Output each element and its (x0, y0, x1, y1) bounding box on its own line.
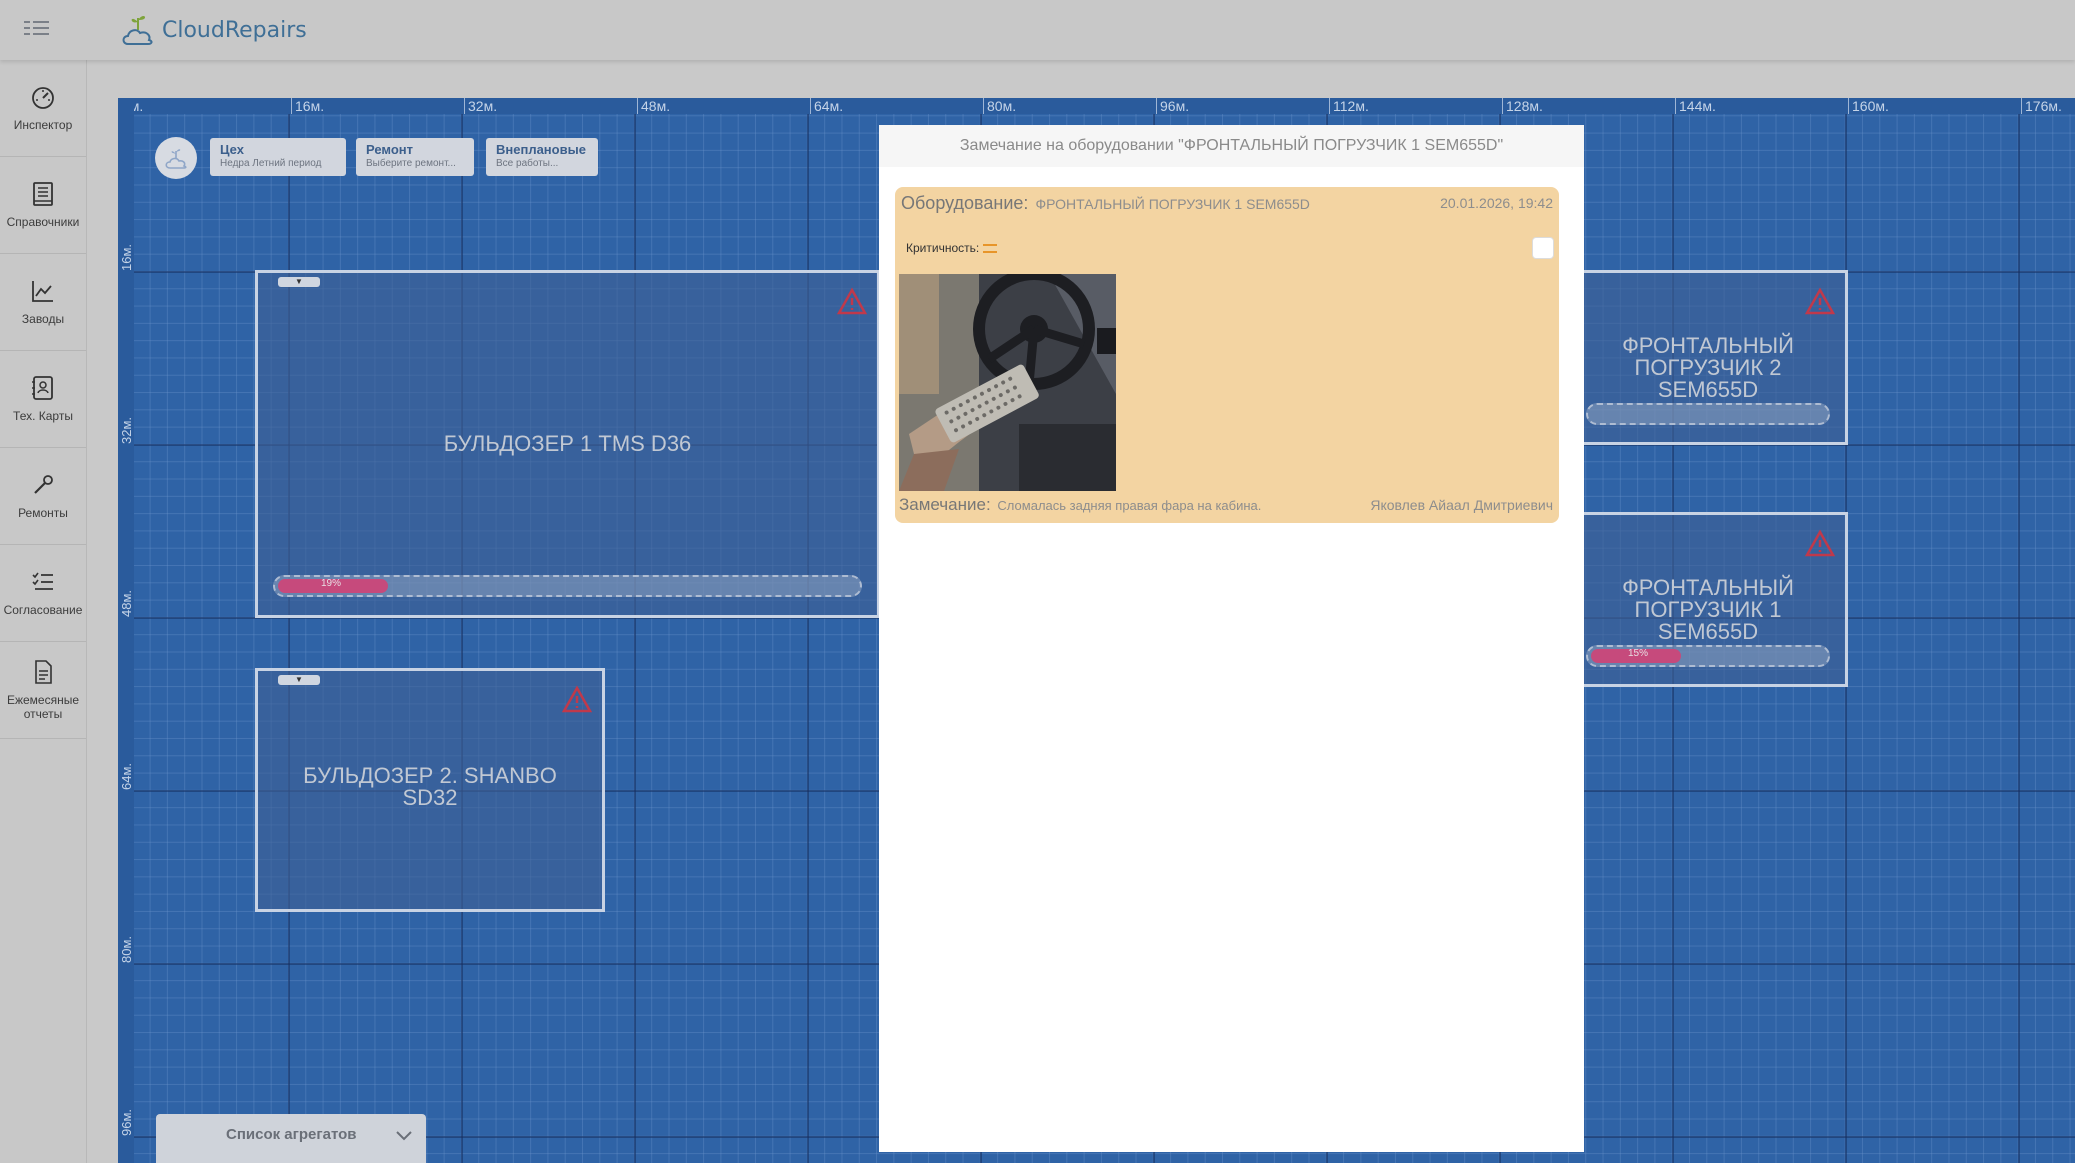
progress-label: 19% (321, 578, 342, 589)
sidebar-item-label: Заводы (21, 312, 65, 326)
sidebar-item-monthly-reports[interactable]: Ежемесяные отчеты (0, 642, 86, 739)
equipment-block[interactable]: ▼ БУЛЬДОЗЕР 2. SHANBO SD32 (255, 668, 605, 912)
note-date: 20.01.2026, 19:42 (1440, 195, 1553, 211)
note-photo[interactable] (899, 274, 1116, 491)
note-field: Замечание: Сломалась задняя правая фара … (899, 495, 1261, 515)
warning-triangle-icon[interactable] (837, 287, 867, 315)
expand-handle[interactable]: ▼ (278, 277, 320, 287)
equipment-block[interactable]: ФРОНТАЛЬНЫЙ ПОГРУЗЧИК 1 SEM655D 15% (1568, 512, 1848, 687)
ruler-tick: 64м. (810, 98, 843, 114)
sidebar-item-tech-cards[interactable]: Тех. Карты (0, 351, 86, 448)
equipment-block[interactable]: ФРОНТАЛЬНЫЙ ПОГРУЗЧИК 2 SEM655D (1568, 270, 1848, 445)
photo-image (899, 274, 1116, 491)
progress-bar (1586, 403, 1830, 425)
warning-triangle-icon[interactable] (1805, 529, 1835, 557)
sidebar-item-inspector[interactable]: Инспектор (0, 60, 86, 157)
sidebar-item-label: Ежемесяные отчеты (6, 693, 80, 721)
ruler-tick: 16м. (119, 243, 134, 271)
equipment-block[interactable]: ▼ БУЛЬДОЗЕР 1 TMS D36 19% (255, 270, 880, 618)
ruler-tick: 80м. (983, 98, 1016, 114)
note-card: Оборудование: ФРОНТАЛЬНЫЙ ПОГРУЗЧИК 1 SE… (895, 187, 1559, 523)
criticality-medium-icon (983, 244, 998, 254)
note-author: Яковлев Айаал Дмитриевич (1370, 497, 1553, 513)
sidebar-item-plants[interactable]: Заводы (0, 254, 86, 351)
progress-bar: 15% (1586, 645, 1830, 667)
note-label: Замечание: (899, 495, 991, 514)
progress-label: 15% (1628, 648, 1649, 659)
equipment-field: Оборудование: ФРОНТАЛЬНЫЙ ПОГРУЗЧИК 1 SE… (901, 193, 1310, 214)
chart-icon (32, 281, 53, 302)
ruler-tick: 96м. (1156, 98, 1189, 114)
warning-triangle-icon[interactable] (562, 685, 592, 713)
filter-value: Выберите ремонт... (366, 158, 456, 169)
checklist-icon (32, 572, 53, 590)
sidebar-item-label: Инспектор (13, 118, 73, 132)
note-checkbox[interactable] (1532, 237, 1554, 259)
sidebar-item-approval[interactable]: Согласование (0, 545, 86, 642)
document-icon (35, 660, 52, 684)
sidebar-item-references[interactable]: Справочники (0, 157, 86, 254)
ruler-vertical: 16м. 32м. 48м. 64м. 80м. 96м. (118, 98, 134, 1163)
filter-title: Цех (220, 142, 244, 157)
progress-bar: 19% (273, 575, 862, 597)
cloud-sprout-icon (165, 149, 187, 169)
menu-toggle-icon[interactable] (22, 16, 52, 40)
ruler-horizontal: 0м. 16м. 32м. 48м. 64м. 80м. 96м. 112м. … (118, 98, 2075, 114)
criticality-field: Критичность: (906, 241, 998, 255)
filter-title: Ремонт (366, 142, 414, 157)
ruler-tick: 64м. (119, 762, 134, 790)
chevron-down-icon (396, 1131, 412, 1141)
ruler-tick: 48м. (637, 98, 670, 114)
ruler-tick: 144м. (1675, 98, 1716, 114)
ruler-tick: 112м. (1329, 98, 1369, 114)
filter-workshop[interactable]: Цех Недра Летний период (210, 138, 346, 176)
filter-value: Все работы... (496, 158, 559, 169)
sidebar-item-repairs[interactable]: Ремонты (0, 448, 86, 545)
equipment-label: Оборудование: (901, 193, 1029, 213)
filter-title: Внеплановые (496, 142, 586, 157)
equipment-name: БУЛЬДОЗЕР 1 TMS D36 (443, 431, 692, 456)
expand-handle[interactable]: ▼ (278, 675, 320, 685)
gauge-icon (32, 87, 54, 109)
wrench-icon (34, 475, 53, 494)
equipment-name: ФРОНТАЛЬНЫЙ ПОГРУЗЧИК 2 SEM655D (1622, 333, 1794, 402)
filter-value: Недра Летний период (220, 158, 322, 169)
equipment-name: ФРОНТАЛЬНЫЙ ПОГРУЗЧИК 1 SEM655D (1622, 575, 1794, 644)
sidebar-item-label: Согласование (3, 603, 83, 617)
ruler-tick: 96м. (119, 1108, 134, 1136)
warning-triangle-icon[interactable] (1805, 287, 1835, 315)
sidebar-item-label: Справочники (6, 215, 80, 229)
ruler-tick: 48м. (119, 589, 134, 617)
top-bar: CloudRepairs (0, 0, 2075, 60)
equipment-value: ФРОНТАЛЬНЫЙ ПОГРУЗЧИК 1 SEM655D (1035, 196, 1310, 212)
equipment-name: БУЛЬДОЗЕР 2. SHANBO SD32 (303, 763, 557, 810)
sidebar: Инспектор Справочники Заводы Тех. Карты … (0, 60, 87, 1163)
contacts-book-icon (32, 376, 53, 400)
criticality-label: Критичность: (906, 241, 980, 255)
note-text: Сломалась задняя правая фара на кабина. (997, 498, 1262, 513)
note-modal: Замечание на оборудовании "ФРОНТАЛЬНЫЙ П… (879, 125, 1584, 1152)
aggregate-list-toggle[interactable]: Список агрегатов (156, 1114, 426, 1163)
sidebar-item-label: Ремонты (18, 506, 68, 520)
ruler-tick: 32м. (464, 98, 497, 114)
book-icon (33, 182, 53, 206)
filter-unplanned[interactable]: Внеплановые Все работы... (486, 138, 598, 176)
sidebar-item-label: Тех. Карты (13, 409, 73, 423)
ruler-tick: 128м. (1502, 98, 1543, 114)
ruler-tick: 160м. (1848, 98, 1889, 114)
ruler-tick: 32м. (119, 416, 134, 444)
app-title: CloudRepairs (162, 17, 307, 43)
ruler-tick: 176м. (2021, 98, 2062, 114)
aggregate-list-label: Список агрегатов (226, 1126, 357, 1143)
filter-repair[interactable]: Ремонт Выберите ремонт... (356, 138, 474, 176)
ruler-tick: 16м. (291, 98, 324, 114)
cloud-sprout-icon (122, 16, 153, 45)
ruler-tick: 80м. (119, 935, 134, 963)
home-button[interactable] (155, 137, 197, 179)
modal-title: Замечание на оборудовании "ФРОНТАЛЬНЫЙ П… (879, 125, 1584, 167)
app-logo[interactable]: CloudRepairs (120, 6, 307, 54)
